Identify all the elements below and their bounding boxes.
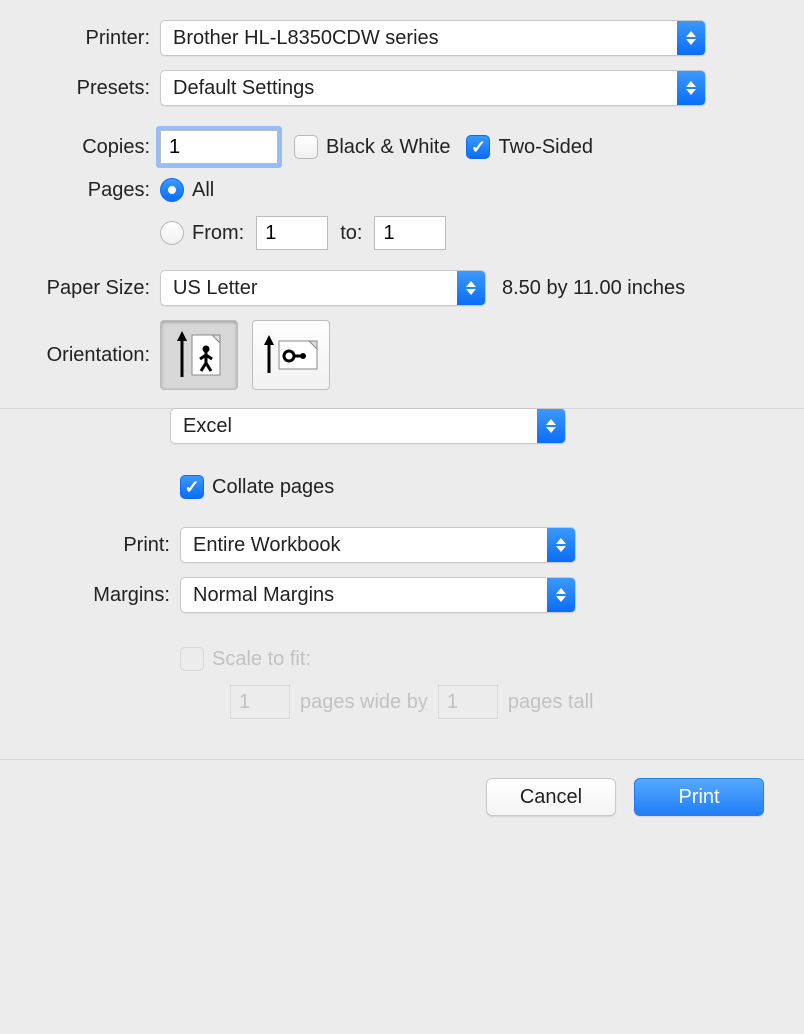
presets-label: Presets: (10, 77, 160, 100)
paper-size-label: Paper Size: (10, 277, 160, 300)
print-scope-selected: Entire Workbook (181, 534, 547, 557)
pages-wide-label: pages wide by (300, 691, 428, 714)
portrait-icon (174, 329, 224, 381)
two-sided-checkbox[interactable]: ✓ (466, 135, 490, 159)
orientation-portrait-button[interactable] (160, 320, 238, 390)
bw-label: Black & White (326, 136, 450, 159)
pages-all-radio[interactable] (160, 178, 184, 202)
print-scope-select[interactable]: Entire Workbook (180, 527, 576, 563)
printer-selected: Brother HL-L8350CDW series (161, 27, 677, 50)
pages-from-input[interactable] (256, 216, 328, 250)
print-dialog: Printer: Brother HL-L8350CDW series Pres… (0, 0, 804, 836)
scale-checkbox[interactable] (180, 647, 204, 671)
scale-label: Scale to fit: (212, 648, 311, 671)
select-stepper-icon (537, 409, 565, 443)
select-stepper-icon (677, 21, 705, 55)
select-stepper-icon (677, 71, 705, 105)
landscape-icon (261, 329, 321, 381)
margins-selected: Normal Margins (181, 584, 547, 607)
select-stepper-icon (457, 271, 485, 305)
presets-selected: Default Settings (161, 77, 677, 100)
pages-to-input[interactable] (374, 216, 446, 250)
paper-dimensions: 8.50 by 11.00 inches (502, 277, 685, 300)
margins-label: Margins: (10, 584, 180, 607)
pages-tall-input (438, 685, 498, 719)
two-sided-label: Two-Sided (498, 136, 593, 159)
cancel-button[interactable]: Cancel (486, 778, 616, 816)
paper-size-selected: US Letter (161, 277, 457, 300)
pages-all-label: All (192, 179, 214, 202)
paper-size-select[interactable]: US Letter (160, 270, 486, 306)
section-select[interactable]: Excel (170, 408, 566, 444)
select-stepper-icon (547, 528, 575, 562)
copies-input[interactable] (160, 130, 278, 164)
printer-select[interactable]: Brother HL-L8350CDW series (160, 20, 706, 56)
pages-wide-input (230, 685, 290, 719)
collate-checkbox[interactable]: ✓ (180, 475, 204, 499)
pages-to-label: to: (340, 222, 362, 245)
presets-select[interactable]: Default Settings (160, 70, 706, 106)
margins-select[interactable]: Normal Margins (180, 577, 576, 613)
printer-label: Printer: (10, 27, 160, 50)
print-button[interactable]: Print (634, 778, 764, 816)
pages-tall-label: pages tall (508, 691, 594, 714)
orientation-landscape-button[interactable] (252, 320, 330, 390)
bw-checkbox[interactable] (294, 135, 318, 159)
pages-from-radio[interactable] (160, 221, 184, 245)
print-scope-label: Print: (10, 534, 180, 557)
select-stepper-icon (547, 578, 575, 612)
pages-from-label: From: (192, 222, 244, 245)
orientation-label: Orientation: (10, 344, 160, 367)
pages-label: Pages: (10, 179, 160, 202)
collate-label: Collate pages (212, 476, 334, 499)
copies-label: Copies: (10, 136, 160, 159)
section-selected: Excel (171, 415, 537, 438)
